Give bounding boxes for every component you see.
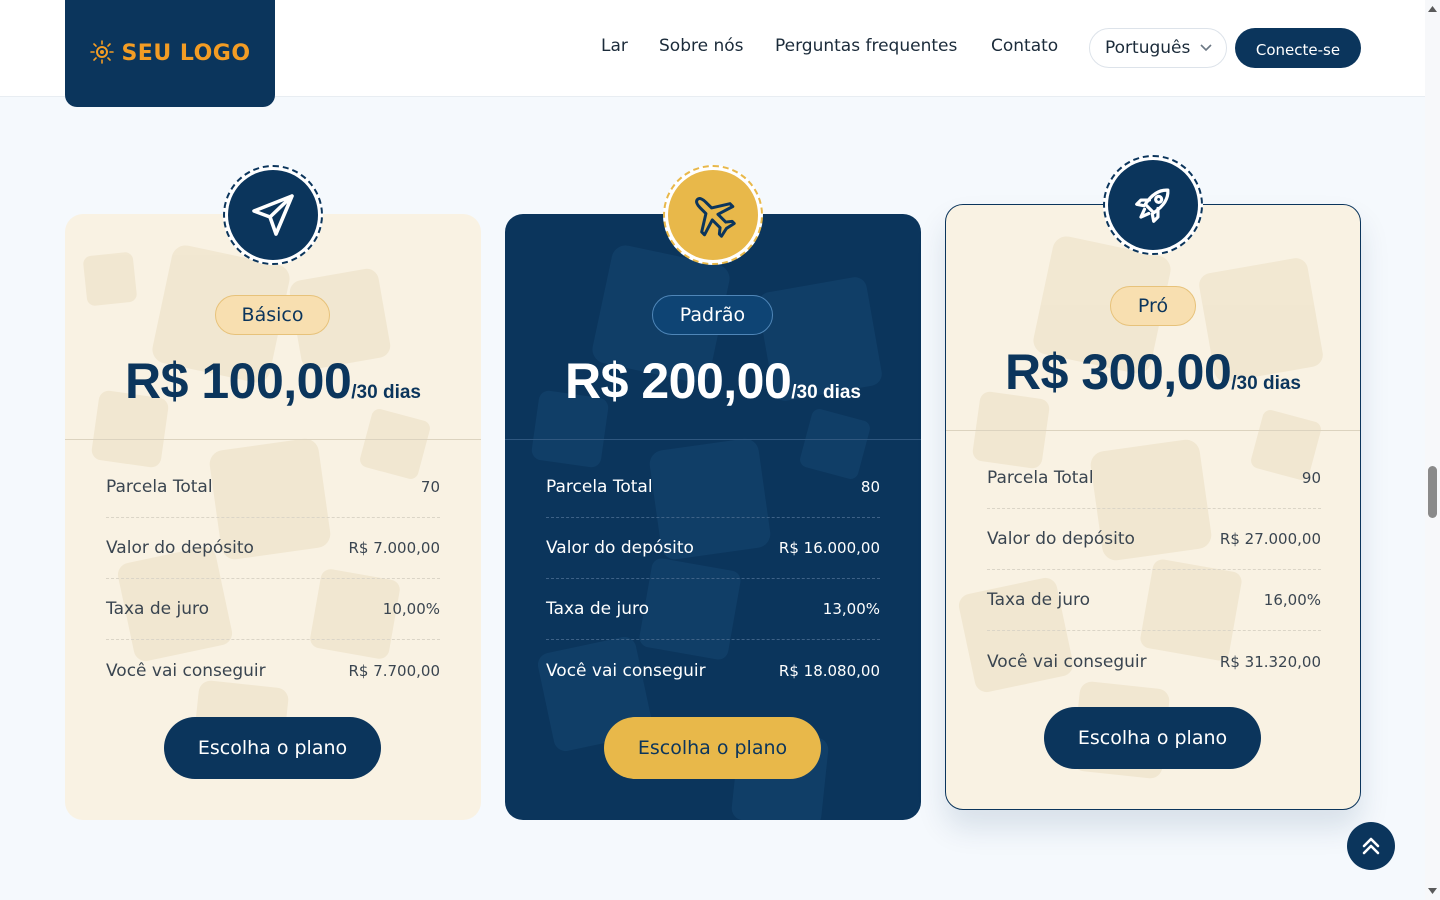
card-divider [65,439,481,440]
back-to-top-button[interactable] [1347,822,1395,870]
plan-card-basic: Básico R$ 100,00/30 dias Parcela Total 7… [65,214,481,820]
row-value: R$ 27.000,00 [1219,530,1321,548]
chevron-down-icon [1200,44,1212,52]
plan-row-return: Você vai conseguir R$ 7.700,00 [106,640,440,701]
plan-row-deposit: Valor do depósito R$ 16.000,00 [546,518,880,579]
scroll-up-arrow-icon[interactable] [1427,4,1438,14]
nav-link-faq[interactable]: Perguntas frequentes [775,36,957,56]
language-select[interactable]: Português [1089,28,1227,68]
row-value: R$ 16.000,00 [778,539,880,557]
nav-link-home[interactable]: Lar [601,36,628,56]
logo-sun-icon [89,39,115,69]
row-label: Valor do depósito [106,538,254,558]
row-value: 13,00% [822,600,880,618]
logo-text: SEU LOGO [121,41,251,66]
plan-price: R$ 300,00/30 dias [946,343,1360,401]
row-value: 10,00% [382,600,440,618]
rocket-icon [1135,188,1170,223]
row-label: Parcela Total [987,468,1094,488]
plan-row-return: Você vai conseguir R$ 31.320,00 [987,631,1321,692]
plan-price-period: /30 dias [791,382,861,403]
plan-row-deposit: Valor do depósito R$ 7.000,00 [106,518,440,579]
plan-card-standard: Padrão R$ 200,00/30 dias Parcela Total 8… [505,214,921,820]
plan-icon-badge [663,165,763,265]
double-chevron-up-icon [1362,837,1380,855]
row-value: R$ 18.080,00 [778,661,880,680]
row-value: 70 [420,478,440,496]
language-select-value: Português [1105,38,1191,58]
row-label: Valor do depósito [987,529,1135,549]
row-label: Você vai conseguir [106,660,266,681]
row-value: 16,00% [1263,591,1321,609]
row-label: Taxa de juro [546,599,650,619]
plan-price-amount: R$ 200,00 [565,353,792,409]
plan-price: R$ 200,00/30 dias [505,352,921,410]
row-label: Taxa de juro [987,590,1091,610]
row-value: R$ 7.700,00 [348,661,440,680]
row-label: Taxa de juro [106,599,210,619]
scroll-down-arrow-icon[interactable] [1427,886,1438,896]
row-value: 80 [860,478,880,496]
page-scrollbar[interactable] [1425,0,1440,900]
plan-badge: Pró [1110,286,1196,326]
scrollbar-thumb[interactable] [1428,466,1437,518]
row-label: Você vai conseguir [546,660,706,681]
plan-row-interest: Taxa de juro 13,00% [546,579,880,640]
logo[interactable]: SEU LOGO [65,0,275,107]
choose-plan-button[interactable]: Escolha o plano [1044,707,1261,769]
plan-row-installments: Parcela Total 90 [987,448,1321,509]
row-value: R$ 7.000,00 [348,539,440,557]
plan-row-interest: Taxa de juro 10,00% [106,579,440,640]
choose-plan-button[interactable]: Escolha o plano [164,717,381,779]
row-label: Você vai conseguir [987,651,1147,672]
plan-price-amount: R$ 300,00 [1005,344,1232,400]
choose-plan-button[interactable]: Escolha o plano [604,717,821,779]
plan-row-installments: Parcela Total 70 [106,457,440,518]
row-value: 90 [1301,469,1321,487]
plan-icon-badge [223,165,323,265]
plan-icon-badge [1103,155,1203,255]
row-label: Parcela Total [546,477,653,497]
plan-row-interest: Taxa de juro 16,00% [987,570,1321,631]
plan-price-period: /30 dias [1231,373,1301,394]
row-value: R$ 31.320,00 [1219,652,1321,671]
plan-badge: Padrão [652,295,773,335]
plan-row-deposit: Valor do depósito R$ 27.000,00 [987,509,1321,570]
row-label: Parcela Total [106,477,213,497]
plan-row-installments: Parcela Total 80 [546,457,880,518]
row-label: Valor do depósito [546,538,694,558]
nav-link-about[interactable]: Sobre nós [659,36,744,56]
nav-link-contact[interactable]: Contato [991,36,1058,56]
plan-price: R$ 100,00/30 dias [65,352,481,410]
plan-price-amount: R$ 100,00 [125,353,352,409]
airplane-icon [695,197,736,238]
plan-row-return: Você vai conseguir R$ 18.080,00 [546,640,880,701]
login-button[interactable]: Conecte-se [1235,28,1361,68]
card-divider [946,430,1360,431]
plan-price-period: /30 dias [351,382,421,403]
plan-badge: Básico [215,295,330,335]
plan-card-pro: Pró R$ 300,00/30 dias Parcela Total 90 V… [945,204,1361,810]
paper-plane-icon [252,194,294,236]
card-divider [505,439,921,440]
